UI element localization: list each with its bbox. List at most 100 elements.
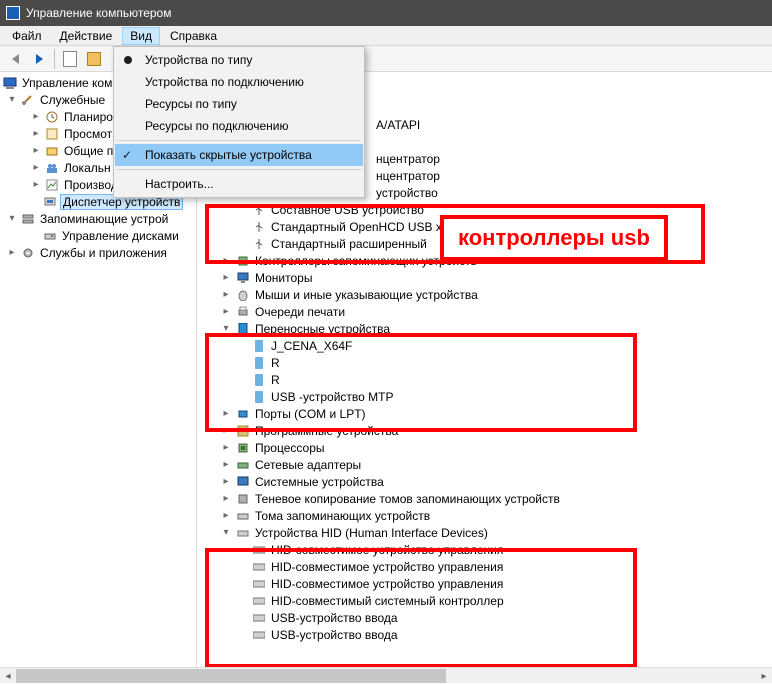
device-label: J_CENA_X64F [269,339,354,353]
cat-volumes[interactable]: ▸ Тома запоминающих устройств [199,507,770,524]
chevron-right-icon[interactable]: ▸ [30,128,42,139]
device-label: устройство [374,186,440,200]
horizontal-scrollbar[interactable]: ◂ ▸ [0,667,772,683]
chevron-down-icon[interactable]: ▾ [219,527,233,538]
gear-icon [20,246,36,260]
arrow-left-icon [12,54,19,64]
toolbar-btn-1[interactable] [59,48,81,70]
dev-hid4[interactable]: HID-совместимый системный контроллер [199,592,770,609]
chevron-right-icon[interactable]: ▸ [219,408,233,419]
chevron-right-icon[interactable]: ▸ [219,425,233,436]
menu-file[interactable]: Файл [4,27,50,45]
menu-item-label: Устройства по типу [145,53,252,67]
chevron-right-icon[interactable]: ▸ [219,289,233,300]
scroll-thumb[interactable] [16,669,446,683]
phone-icon [251,373,267,387]
cat-ports[interactable]: ▸ Порты (COM и LPT) [199,405,770,422]
chevron-right-icon[interactable]: ▸ [219,255,233,266]
scroll-left-button[interactable]: ◂ [0,668,16,684]
chevron-right-icon[interactable]: ▸ [30,162,42,173]
monitor-icon [235,271,251,285]
chevron-right-icon[interactable]: ▸ [219,493,233,504]
menu-customize[interactable]: Настроить... [115,173,363,195]
cat-net[interactable]: ▸ Сетевые адаптеры [199,456,770,473]
disk-icon [42,229,58,243]
menu-by-conn[interactable]: Устройства по подключению [115,71,363,93]
tree-diskmgr[interactable]: Управление дисками [0,227,196,244]
cat-monitors[interactable]: ▸ Мониторы [199,269,770,286]
forward-button[interactable] [28,48,50,70]
device-label: Сетевые адаптеры [253,458,363,472]
cat-mice[interactable]: ▸ Мыши и иные указывающие устройства [199,286,770,303]
dev-hid3[interactable]: HID-совместимое устройство управления [199,575,770,592]
cat-volshadow[interactable]: ▸Теневое копирование томов запоминающих … [199,490,770,507]
grid-icon [87,52,101,66]
tree-storage[interactable]: ▾ Запоминающие устрой [0,210,196,227]
devmgr-icon [42,195,58,209]
cat-printq[interactable]: ▸ Очереди печати [199,303,770,320]
menu-action[interactable]: Действие [52,27,121,45]
dev-hid2[interactable]: HID-совместимое устройство управления [199,558,770,575]
scroll-right-button[interactable]: ▸ [756,668,772,684]
chevron-right-icon[interactable]: ▸ [6,247,18,258]
tree-label: Общие п [62,144,115,158]
dev-r2[interactable]: R [199,371,770,388]
dev-exthost[interactable]: Стандартный расширенный [199,235,770,252]
dev-usbinp2[interactable]: USB-устройство ввода [199,626,770,643]
cat-hid[interactable]: ▾Устройства HID (Human Interface Devices… [199,524,770,541]
cat-cpus[interactable]: ▸Процессоры [199,439,770,456]
device-label: Программные устройства [253,424,400,438]
toolbar-btn-2[interactable] [83,48,105,70]
device-label: HID-совместимое устройство управления [269,560,505,574]
chevron-right-icon[interactable]: ▸ [219,306,233,317]
tree-svcapps[interactable]: ▸ Службы и приложения [0,244,196,261]
menu-show-hidden[interactable]: ✓Показать скрытые устройства [115,144,363,166]
menu-view[interactable]: Вид [122,27,160,45]
menu-help[interactable]: Справка [162,27,225,45]
cat-storage-ctrl[interactable]: ▸ Контроллеры запоминающих устройств [199,252,770,269]
chevron-right-icon[interactable]: ▸ [30,179,42,190]
chevron-right-icon[interactable]: ▸ [30,111,42,122]
cat-sysdev[interactable]: ▸Системные устройства [199,473,770,490]
menu-by-type[interactable]: Устройства по типу [115,49,363,71]
device-label: Порты (COM и LPT) [253,407,368,421]
tree-label: Производ [62,178,120,192]
cpu-icon [235,441,251,455]
tools-icon [20,93,36,107]
chevron-right-icon[interactable]: ▸ [30,145,42,156]
dev-usbinp1[interactable]: USB-устройство ввода [199,609,770,626]
dev-composite[interactable]: Составное USB устройство [199,201,770,218]
menu-res-conn[interactable]: Ресурсы по подключению [115,115,363,137]
dev-openhcd[interactable]: Стандартный OpenHCD USB х [199,218,770,235]
tree-label: Локальн [62,161,113,175]
perf-icon [44,178,60,192]
tree-label: Планиро [62,110,115,124]
device-label: нцентратор [374,169,442,183]
cat-portable[interactable]: ▾ Переносные устройства [199,320,770,337]
menu-item-label: Настроить... [145,177,214,191]
device-label: Переносные устройства [253,322,392,336]
titlebar[interactable]: Управление компьютером [0,0,772,26]
window-title: Управление компьютером [26,6,171,20]
chevron-right-icon[interactable]: ▸ [219,442,233,453]
chevron-right-icon[interactable]: ▸ [219,510,233,521]
usb-icon [251,203,267,217]
hid-icon [251,543,267,557]
dev-mtp[interactable]: USB -устройство MTP [199,388,770,405]
menu-item-label: Показать скрытые устройства [145,148,312,162]
dev-hid1[interactable]: HID-совместимое устройство управления [199,541,770,558]
view-menu-dropdown[interactable]: Устройства по типу Устройства по подключ… [113,46,365,198]
dev-r1[interactable]: R [199,354,770,371]
cat-swdev[interactable]: ▸ Программные устройства [199,422,770,439]
back-button[interactable] [4,48,26,70]
chevron-down-icon[interactable]: ▾ [219,323,233,334]
chevron-right-icon[interactable]: ▸ [219,459,233,470]
chevron-down-icon[interactable]: ▾ [6,213,18,224]
device-label: R [269,373,282,387]
device-label: Тома запоминающих устройств [253,509,432,523]
dev-jcena[interactable]: J_CENA_X64F [199,337,770,354]
chevron-right-icon[interactable]: ▸ [219,476,233,487]
chevron-right-icon[interactable]: ▸ [219,272,233,283]
menu-res-type[interactable]: Ресурсы по типу [115,93,363,115]
chevron-down-icon[interactable]: ▾ [6,94,18,105]
